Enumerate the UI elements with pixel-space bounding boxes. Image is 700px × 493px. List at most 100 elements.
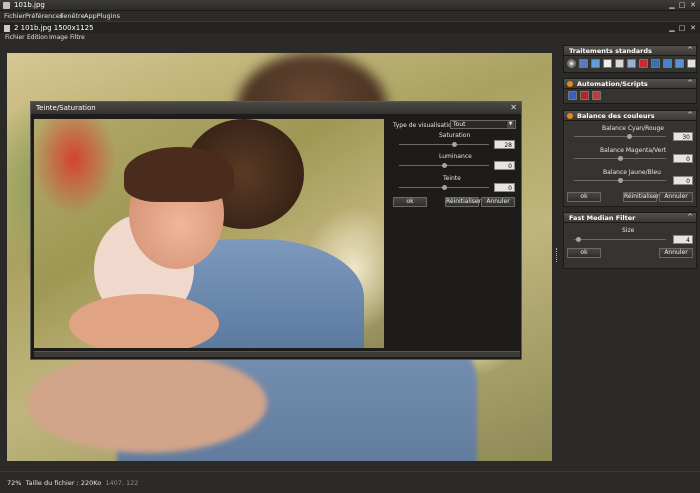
luminance-slider-thumb[interactable] <box>441 163 447 168</box>
menu-fenetre[interactable]: Fenêtre <box>60 12 85 20</box>
balance-reset-button[interactable]: Réinitialiser <box>623 192 659 202</box>
collapse-icon[interactable]: ^ <box>687 46 693 54</box>
size-slider-track[interactable] <box>574 239 666 240</box>
median-cancel-button[interactable]: Annuler <box>659 248 693 258</box>
automation-icon <box>567 81 573 87</box>
magenta-green-slider-thumb[interactable] <box>617 156 623 161</box>
size-value[interactable]: 4 <box>673 235 693 244</box>
balance-panel-body: Balance Cyan/Rouge 30 Balance Magenta/Ve… <box>563 121 697 207</box>
median-panel-title: Fast Median Filter <box>569 214 636 222</box>
balance-panel-title: Balance des couleurs <box>577 112 655 120</box>
doc-menu-filtre[interactable]: Filtre <box>70 34 85 41</box>
median-ok-button[interactable]: ok <box>567 248 601 258</box>
menu-bar: Fichier Préférences Fenêtre AppPlugins <box>0 11 700 21</box>
teinte-slider-thumb[interactable] <box>441 185 447 190</box>
redo-icon[interactable] <box>663 59 672 68</box>
magenta-green-value[interactable]: 0 <box>673 154 693 163</box>
flag-icon[interactable] <box>639 59 648 68</box>
dialog-reset-button[interactable]: Réinitialiser <box>445 197 481 207</box>
doc-menu-fichier[interactable]: Fichier <box>5 34 25 41</box>
status-text: 72% Taille du fichier : 220Ko 1407, 122 <box>7 479 138 487</box>
yellow-blue-slider-thumb[interactable] <box>617 178 623 183</box>
maximize-icon[interactable]: □ <box>678 1 686 9</box>
minimize-icon[interactable]: ▁ <box>668 1 676 9</box>
levels-icon[interactable] <box>567 59 576 68</box>
doc-close-icon[interactable]: ✕ <box>689 24 697 32</box>
document-icon <box>4 25 10 32</box>
cyan-red-value[interactable]: 30 <box>673 132 693 141</box>
image-icon[interactable] <box>603 59 612 68</box>
cyan-red-label: Balance Cyan/Rouge <box>602 125 664 132</box>
cyan-red-slider-track[interactable] <box>574 136 666 137</box>
standard-panel-body <box>563 56 697 73</box>
standard-panel-header[interactable]: Traitements standards ^ <box>563 45 697 56</box>
saturation-value[interactable]: 28 <box>494 140 515 149</box>
splitter-grip-icon[interactable] <box>556 248 558 262</box>
balance-panel-header[interactable]: Balance des couleurs ^ <box>563 110 697 121</box>
automation-panel-title: Automation/Scripts <box>577 80 648 88</box>
record-icon[interactable] <box>580 91 589 100</box>
view-type-value: Tout <box>453 121 466 128</box>
size-label: Size <box>622 227 635 234</box>
teinte-label: Teinte <box>443 175 461 182</box>
balance-ok-button[interactable]: ok <box>567 192 601 202</box>
dialog-cancel-button[interactable]: Annuler <box>481 197 515 207</box>
dialog-preview-image <box>34 119 384 348</box>
magenta-green-label: Balance Magenta/Vert <box>600 147 667 154</box>
view-type-select[interactable]: Tout ▼ <box>450 120 516 129</box>
automation-panel-body <box>563 89 697 104</box>
swap-icon[interactable] <box>675 59 684 68</box>
preview-child-hair <box>124 147 234 202</box>
undo-icon[interactable] <box>651 59 660 68</box>
file-size: Taille du fichier : 220Ko <box>25 479 102 487</box>
saturation-slider-track[interactable] <box>399 144 489 145</box>
layers-icon[interactable] <box>627 59 636 68</box>
doc-menu-edition[interactable]: Edition <box>27 34 48 41</box>
size-slider-thumb[interactable] <box>576 237 582 242</box>
median-panel-body: Size 4 ok Annuler <box>563 223 697 269</box>
automation-panel-header[interactable]: Automation/Scripts ^ <box>563 78 697 89</box>
select-icon[interactable] <box>579 59 588 68</box>
panel-splitter[interactable] <box>554 53 560 461</box>
right-panel: Traitements standards ^ Automation/Scrip… <box>561 42 700 471</box>
dialog-bottom-bar <box>34 351 520 357</box>
doc-minimize-icon[interactable]: ▁ <box>668 24 676 32</box>
dialog-close-icon[interactable]: ✕ <box>510 103 517 112</box>
doc-maximize-icon[interactable]: □ <box>678 24 686 32</box>
fill-icon[interactable] <box>591 59 600 68</box>
photo-arm-blur <box>27 353 267 453</box>
cursor-coords: 1407, 122 <box>105 479 139 487</box>
doc-menu-image[interactable]: Image <box>49 34 68 41</box>
zoom-level: 72% <box>7 479 22 487</box>
luminance-label: Luminance <box>439 153 472 160</box>
balance-icon <box>567 113 573 119</box>
cyan-red-slider-thumb[interactable] <box>626 134 632 139</box>
saturation-slider-thumb[interactable] <box>452 142 458 147</box>
brush-icon[interactable] <box>615 59 624 68</box>
help-icon[interactable] <box>568 91 577 100</box>
yellow-blue-value[interactable]: 0 <box>673 176 693 185</box>
median-panel-header[interactable]: Fast Median Filter ^ <box>563 212 697 223</box>
yellow-blue-label: Balance Jaune/Bleu <box>603 169 661 176</box>
document-tab-bar: 2 101b.jpg 1500x1125 ▁ □ ✕ <box>0 21 700 33</box>
stop-icon[interactable] <box>592 91 601 100</box>
stack-icon[interactable] <box>687 59 696 68</box>
dialog-title-bar[interactable]: Teinte/Saturation ✕ <box>31 102 521 114</box>
window-title-bar: 101b.jpg ▁ □ ✕ <box>0 0 700 11</box>
saturation-label: Saturation <box>439 132 471 139</box>
menu-fichier[interactable]: Fichier <box>4 12 25 20</box>
balance-cancel-button[interactable]: Annuler <box>659 192 693 202</box>
luminance-value[interactable]: 0 <box>494 161 515 170</box>
status-bar: 72% Taille du fichier : 220Ko 1407, 122 <box>0 471 700 493</box>
menu-appplugins[interactable]: AppPlugins <box>84 12 120 20</box>
hue-saturation-dialog: Teinte/Saturation ✕ Type de visualisatio… <box>30 101 522 360</box>
close-icon[interactable]: ✕ <box>689 1 697 9</box>
dialog-ok-button[interactable]: ok <box>393 197 427 207</box>
teinte-value[interactable]: 0 <box>494 183 515 192</box>
collapse-icon[interactable]: ^ <box>687 79 693 87</box>
document-title: 2 101b.jpg 1500x1125 <box>14 24 94 32</box>
standard-panel-title: Traitements standards <box>569 47 652 55</box>
collapse-icon[interactable]: ^ <box>687 111 693 119</box>
collapse-icon[interactable]: ^ <box>687 213 693 221</box>
menu-preferences[interactable]: Préférences <box>25 12 63 20</box>
